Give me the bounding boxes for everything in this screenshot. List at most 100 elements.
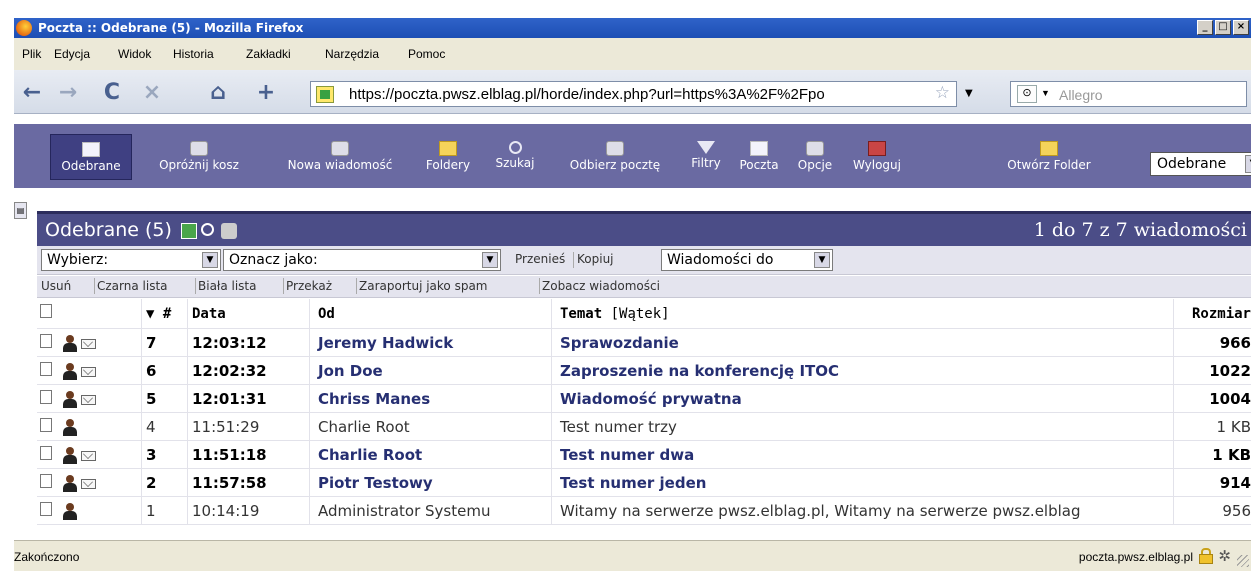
blacklist-link[interactable]: Czarna lista [97,279,168,293]
copy-link[interactable]: Kopiuj [577,252,614,266]
debugger-icon[interactable]: ✲ [1218,547,1231,565]
folder-select[interactable]: Odebrane ▼ [1150,152,1251,176]
unread-envelope-icon [81,479,96,489]
filter-icon [697,141,715,154]
forward-icon[interactable]: → [54,80,82,106]
close-button[interactable]: × [1233,20,1249,35]
message-sender[interactable]: Charlie Root [309,441,551,468]
refresh-icon[interactable] [181,223,197,239]
row-checkbox[interactable] [40,502,52,516]
forward-link[interactable]: Przekaż [286,279,332,293]
message-sender[interactable]: Charlie Root [309,413,551,440]
sidebar-toggle-icon[interactable]: ▤ [14,202,27,219]
table-row[interactable]: 1 10:14:19 Administrator Systemu Witamy na … [37,497,1251,525]
menu-help[interactable]: Pomoc [408,47,445,61]
lock-icon[interactable] [1199,548,1213,564]
message-subject[interactable]: Witamy na serwerze pwsz.elblag.pl, Witam… [551,497,1173,524]
view-messages-link[interactable]: Zobacz wiadomości [542,279,660,293]
empty-mailbox-icon[interactable] [221,223,237,239]
move-link[interactable]: Przenieś [515,252,565,266]
menu-edit[interactable]: Edycja [54,47,90,61]
address-bar[interactable]: https://poczta.pwsz.elblag.pl/horde/inde… [310,81,957,107]
row-checkbox[interactable] [40,390,52,404]
row-checkbox[interactable] [40,334,52,348]
menu-view[interactable]: Widok [118,47,151,61]
report-spam-link[interactable]: Zaraportuj jako spam [359,279,488,293]
column-date[interactable]: Data [187,299,309,328]
row-checkbox[interactable] [40,418,52,432]
message-subject[interactable]: Zaproszenie na konferencję ITOC [551,357,1173,384]
column-from[interactable]: Od [309,299,551,328]
get-mail-icon [606,141,624,156]
search-button[interactable]: Szukaj [487,141,543,181]
search-engine-dropdown-icon[interactable]: ▼ [1041,88,1050,98]
message-size: 914 [1173,469,1251,496]
message-subject[interactable]: Wiadomość prywatna [551,385,1173,412]
window-title: Poczta :: Odebrane (5) - Mozilla Firefox [38,21,304,35]
unread-envelope-icon [81,395,96,405]
message-subject[interactable]: Test numer trzy [551,413,1173,440]
search-box[interactable]: ⊙ ▼ Allegro [1010,81,1247,107]
row-icons-cell [37,357,137,384]
menu-bookmarks[interactable]: Zakładki [246,47,291,61]
table-row[interactable]: 5 12:01:31 Chriss Manes Wiadomość prywatna 1… [37,385,1251,413]
message-sender[interactable]: Administrator Systemu [309,497,551,524]
mail-button[interactable]: Poczta [733,141,785,181]
person-icon [63,447,77,464]
select-dropdown[interactable]: Wybierz: ▼ [41,249,221,271]
minimize-button[interactable]: _ [1197,20,1213,35]
message-sender[interactable]: Chriss Manes [309,385,551,412]
message-sender[interactable]: Piotr Testowy [309,469,551,496]
table-row[interactable]: 6 12:02:32 Jon Doe Zaproszenie na konferenc… [37,357,1251,385]
table-row[interactable]: 2 11:57:58 Piotr Testowy Test numer jeden 91… [37,469,1251,497]
url-dropdown-icon[interactable]: ▼ [965,88,973,99]
reload-icon[interactable]: C [98,80,126,106]
open-folder-button[interactable]: Otwórz Folder [999,141,1099,181]
row-icons-cell [37,441,137,468]
options-button[interactable]: Opcje [791,141,839,181]
delete-link[interactable]: Usuń [41,279,71,293]
row-checkbox[interactable] [40,362,52,376]
home-icon[interactable]: ⌂ [204,80,232,106]
search-engine-icon[interactable]: ⊙ [1017,85,1037,103]
table-row[interactable]: 4 11:51:29 Charlie Root Test numer trzy 1 KB [37,413,1251,441]
filters-button[interactable]: Filtry [684,141,728,181]
message-sender[interactable]: Jon Doe [309,357,551,384]
message-subject[interactable]: Test numer jeden [551,469,1173,496]
column-subject-label[interactable]: Temat [560,306,602,322]
back-icon[interactable]: ← [18,80,46,106]
new-tab-icon[interactable]: + [252,80,280,106]
person-icon [63,335,77,352]
logout-button[interactable]: Wyloguj [844,141,910,181]
message-subject[interactable]: Test numer dwa [551,441,1173,468]
column-number[interactable]: ▼ # [141,299,187,328]
new-message-button[interactable]: Nowa wiadomość [266,141,414,181]
menu-file[interactable]: Plik [22,47,41,61]
select-all-checkbox[interactable] [40,304,52,318]
whitelist-link[interactable]: Biała lista [198,279,256,293]
table-header-row: ▼ # Data Od Temat [Wątek] Rozmiar [37,299,1251,329]
menu-history[interactable]: Historia [173,47,214,61]
mark-as-dropdown[interactable]: Oznacz jako: ▼ [223,249,501,271]
row-checkbox[interactable] [40,474,52,488]
message-size: 1004 [1173,385,1251,412]
table-row[interactable]: 3 11:51:18 Charlie Root Test numer dwa 1 KB [37,441,1251,469]
maximize-button[interactable]: □ [1215,20,1231,35]
message-sender[interactable]: Jeremy Hadwick [309,329,551,356]
resize-grip-icon[interactable] [1237,555,1249,567]
folders-button[interactable]: Foldery [418,141,478,181]
search-mailbox-icon[interactable] [201,223,214,236]
bookmark-star-icon[interactable]: ☆ [935,83,950,103]
stop-icon[interactable]: × [138,80,166,106]
empty-trash-button[interactable]: Opróżnij kosz [134,141,264,181]
thread-link[interactable]: [Wątek] [611,306,670,322]
menu-tools[interactable]: Narzędzia [325,47,379,61]
inbox-button[interactable]: Odebrane [50,134,132,180]
target-folder-dropdown[interactable]: Wiadomości do ▼ [661,249,833,271]
message-number: 7 [141,329,187,356]
table-row[interactable]: 7 12:03:12 Jeremy Hadwick Sprawozdanie 966 [37,329,1251,357]
column-size[interactable]: Rozmiar [1173,299,1251,328]
message-subject[interactable]: Sprawozdanie [551,329,1173,356]
get-mail-button[interactable]: Odbierz pocztę [550,141,680,181]
row-checkbox[interactable] [40,446,52,460]
